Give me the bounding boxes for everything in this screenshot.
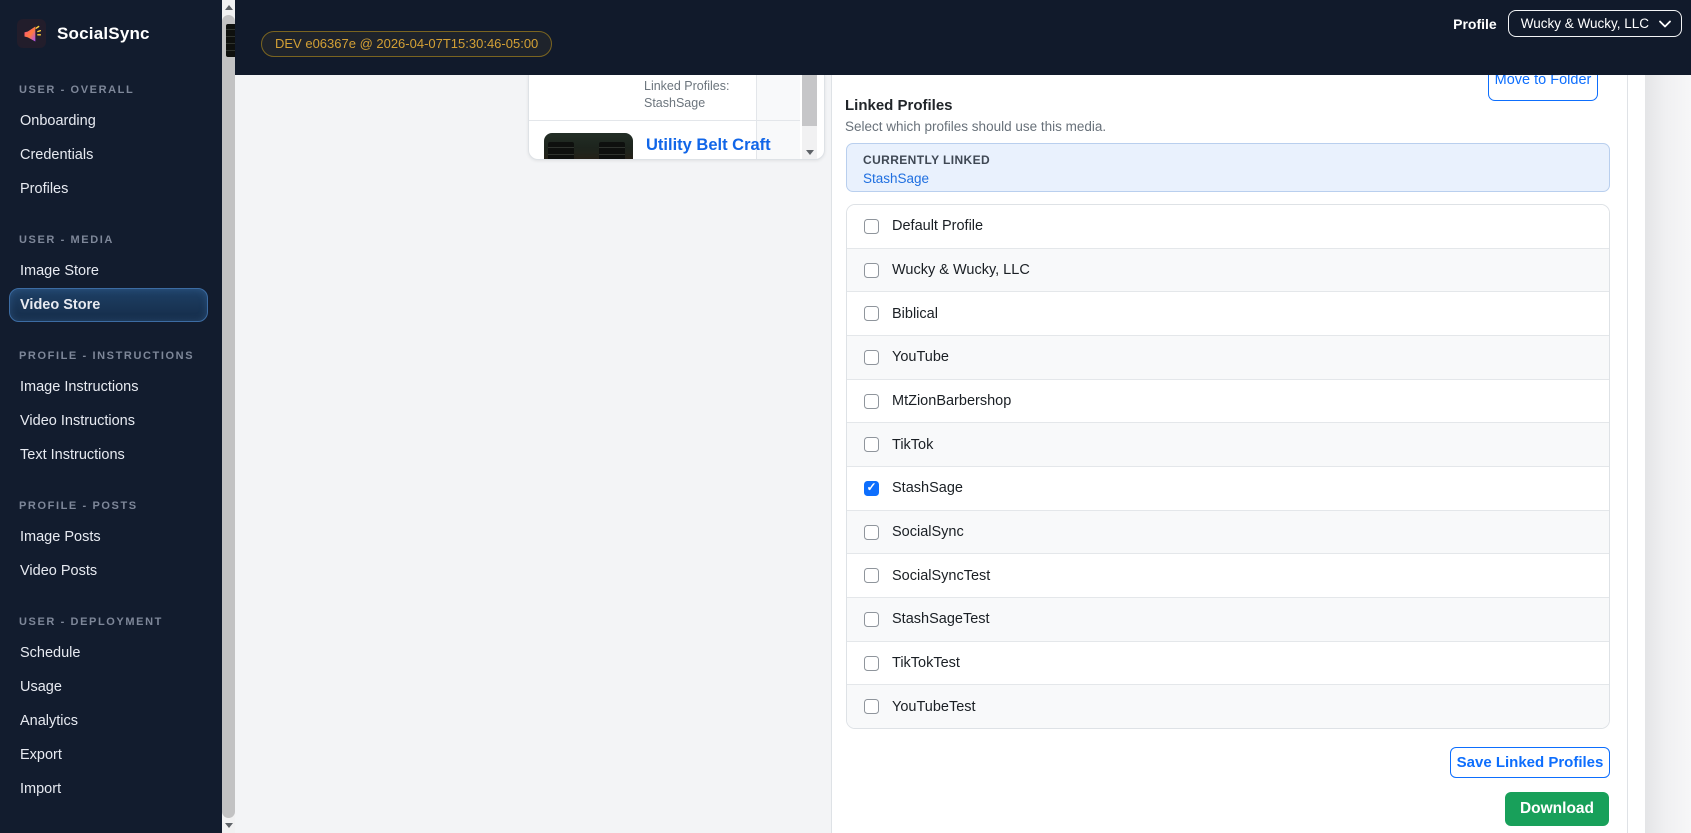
profile-label: SocialSync	[892, 524, 964, 541]
sidebar-section-user-deployment: USER - DEPLOYMENT Schedule Usage Analytics E…	[0, 616, 222, 806]
profile-checkbox-tiktok[interactable]	[864, 437, 879, 453]
profile-label: StashSage	[892, 480, 963, 497]
media-item-linked-profiles-meta: Linked Profiles: StashSage	[644, 78, 729, 112]
profile-checkbox-youtube[interactable]	[864, 349, 879, 365]
sidebar-item-onboarding[interactable]: Onboarding	[9, 104, 208, 138]
sidebar-item-schedule[interactable]: Schedule	[9, 636, 208, 670]
profile-checkbox-socialsync[interactable]	[864, 524, 879, 540]
profile-row-mtzionbarbershop[interactable]: MtZionBarbershop	[847, 378, 1609, 423]
profile-label: MtZionBarbershop	[892, 393, 1012, 410]
sidebar-item-usage[interactable]: Usage	[9, 670, 208, 704]
sidebar-scrollbar-thumb[interactable]	[222, 15, 235, 818]
brand: SocialSync	[0, 0, 222, 48]
profile-checkbox-stashsage[interactable]	[864, 480, 879, 496]
sidebar-item-export[interactable]: Export	[9, 738, 208, 772]
currently-linked-profile-link[interactable]: StashSage	[863, 171, 929, 186]
sidebar-item-image-instructions[interactable]: Image Instructions	[9, 370, 208, 404]
profile-label: Biblical	[892, 305, 938, 322]
profile-row-socialsync[interactable]: SocialSync	[847, 509, 1609, 554]
profile-label: Default Profile	[892, 218, 984, 235]
profile-label: YouTubeTest	[892, 698, 976, 715]
media-list-scroll-down-icon[interactable]	[802, 146, 817, 159]
profile-row-wucky-wucky-llc[interactable]: Wucky & Wucky, LLC	[847, 247, 1609, 292]
download-button[interactable]: Download	[1505, 792, 1609, 826]
app-title: SocialSync	[57, 23, 150, 43]
scroll-down-arrow-icon[interactable]	[222, 818, 235, 833]
profile-checkbox-biblical[interactable]	[864, 306, 879, 322]
sidebar-item-image-store[interactable]: Image Store	[9, 254, 208, 288]
profile-checkbox-stashsagetest[interactable]	[864, 611, 879, 627]
sidebar-section-user-media: USER - MEDIA Image Store Video Store	[0, 234, 222, 322]
sidebar-item-credentials[interactable]: Credentials	[9, 138, 208, 172]
currently-linked-box: CURRENTLY LINKED StashSage	[846, 143, 1610, 192]
profile-row-tiktoktest[interactable]: TikTokTest	[847, 640, 1609, 685]
sidebar-item-import[interactable]: Import	[9, 772, 208, 806]
app-logo-icon	[17, 19, 46, 48]
sidebar-section-title: PROFILE - INSTRUCTIONS	[19, 350, 195, 362]
profile-row-tiktok[interactable]: TikTok	[847, 422, 1609, 467]
media-item-thumbnail[interactable]	[544, 133, 633, 159]
sidebar-section-title: USER - MEDIA	[19, 234, 114, 246]
sidebar-sections: USER - OVERALL Onboarding Credentials Profi…	[0, 48, 222, 806]
dev-build-badge: DEV e06367e @ 2026-04-07T15:30:46-05:00	[261, 31, 553, 57]
sidebar-section-title: USER - DEPLOYMENT	[19, 616, 163, 628]
media-item-meta-label: Linked Profiles:	[644, 79, 730, 93]
app-window: SocialSync USER - OVERALL Onboarding Crede…	[0, 0, 1691, 833]
media-list-row-divider	[529, 120, 800, 121]
profile-select-label: Profile	[1453, 15, 1497, 32]
profile-label: YouTube	[892, 349, 949, 366]
currently-linked-label: CURRENTLY LINKED	[863, 153, 991, 167]
profile-label: StashSageTest	[892, 611, 990, 628]
profile-checkbox-wucky-wucky-llc[interactable]	[864, 262, 879, 278]
sidebar-item-video-instructions[interactable]: Video Instructions	[9, 404, 208, 438]
sidebar-item-text-instructions[interactable]: Text Instructions	[9, 438, 208, 472]
profile-label: TikTokTest	[892, 655, 960, 672]
profile-checkbox-socialsynctest[interactable]	[864, 568, 879, 584]
sidebar-section-user-overall: USER - OVERALL Onboarding Credentials Profi…	[0, 84, 222, 206]
sidebar-section-title: PROFILE - POSTS	[19, 500, 138, 512]
sidebar-section-title: USER - OVERALL	[19, 84, 135, 96]
profile-checkbox-mtzionbarbershop[interactable]	[864, 393, 879, 409]
sidebar-item-image-posts[interactable]: Image Posts	[9, 520, 208, 554]
media-item-title-link[interactable]: Utility Belt Craft	[646, 135, 818, 155]
sidebar: SocialSync USER - OVERALL Onboarding Crede…	[0, 0, 222, 833]
profile-row-socialsynctest[interactable]: SocialSyncTest	[847, 553, 1609, 598]
media-list-card: Linked Profiles: StashSage Utility Belt …	[528, 74, 825, 160]
linked-profiles-heading: Linked Profiles	[845, 97, 953, 114]
top-header: DEV e06367e @ 2026-04-07T15:30:46-05:00 …	[235, 0, 1691, 75]
right-edge-divider	[1627, 75, 1628, 833]
sidebar-section-profile-instructions: PROFILE - INSTRUCTIONS Image Instructions…	[0, 350, 222, 472]
chevron-down-icon	[1659, 16, 1671, 31]
profile-row-biblical[interactable]: Biblical	[847, 291, 1609, 336]
sidebar-item-video-posts[interactable]: Video Posts	[9, 554, 208, 588]
sidebar-scrollbar[interactable]	[222, 0, 235, 833]
profile-select[interactable]: Wucky & Wucky, LLC	[1507, 10, 1682, 37]
page-scroll-gutter[interactable]	[1645, 75, 1691, 833]
profile-row-stashsagetest[interactable]: StashSageTest	[847, 597, 1609, 641]
media-list-scrollbar-thumb[interactable]	[802, 74, 817, 126]
profile-checkbox-default-profile[interactable]	[864, 218, 879, 234]
profile-row-default-profile[interactable]: Default Profile	[847, 205, 1609, 248]
media-list-column	[235, 75, 832, 833]
scroll-up-arrow-icon[interactable]	[222, 0, 235, 15]
sidebar-section-profile-posts: PROFILE - POSTS Image Posts Video Posts	[0, 500, 222, 588]
linked-profiles-subheading: Select which profiles should use this me…	[845, 119, 1107, 134]
media-list-scrollbar[interactable]	[802, 74, 817, 159]
sidebar-item-video-store[interactable]: Video Store	[9, 288, 208, 322]
save-linked-profiles-button[interactable]: Save Linked Profiles	[1450, 747, 1610, 778]
profile-row-youtube[interactable]: YouTube	[847, 335, 1609, 379]
profile-label: SocialSyncTest	[892, 567, 991, 584]
profile-checkbox-youtubetest[interactable]	[864, 699, 879, 715]
media-item-meta-value: StashSage	[644, 96, 706, 110]
sidebar-item-analytics[interactable]: Analytics	[9, 704, 208, 738]
profile-selector-group: Profile Wucky & Wucky, LLC	[1453, 0, 1682, 47]
profile-checkbox-tiktoktest[interactable]	[864, 655, 879, 671]
profile-row-stashsage[interactable]: StashSage	[847, 466, 1609, 510]
profiles-list: Default Profile Wucky & Wucky, LLC Biblica…	[846, 204, 1610, 729]
sidebar-item-profiles[interactable]: Profiles	[9, 172, 208, 206]
profile-select-value: Wucky & Wucky, LLC	[1520, 16, 1649, 31]
profile-label: Wucky & Wucky, LLC	[892, 262, 1030, 278]
profile-label: TikTok	[892, 436, 934, 453]
profile-row-youtubetest[interactable]: YouTubeTest	[847, 684, 1609, 728]
